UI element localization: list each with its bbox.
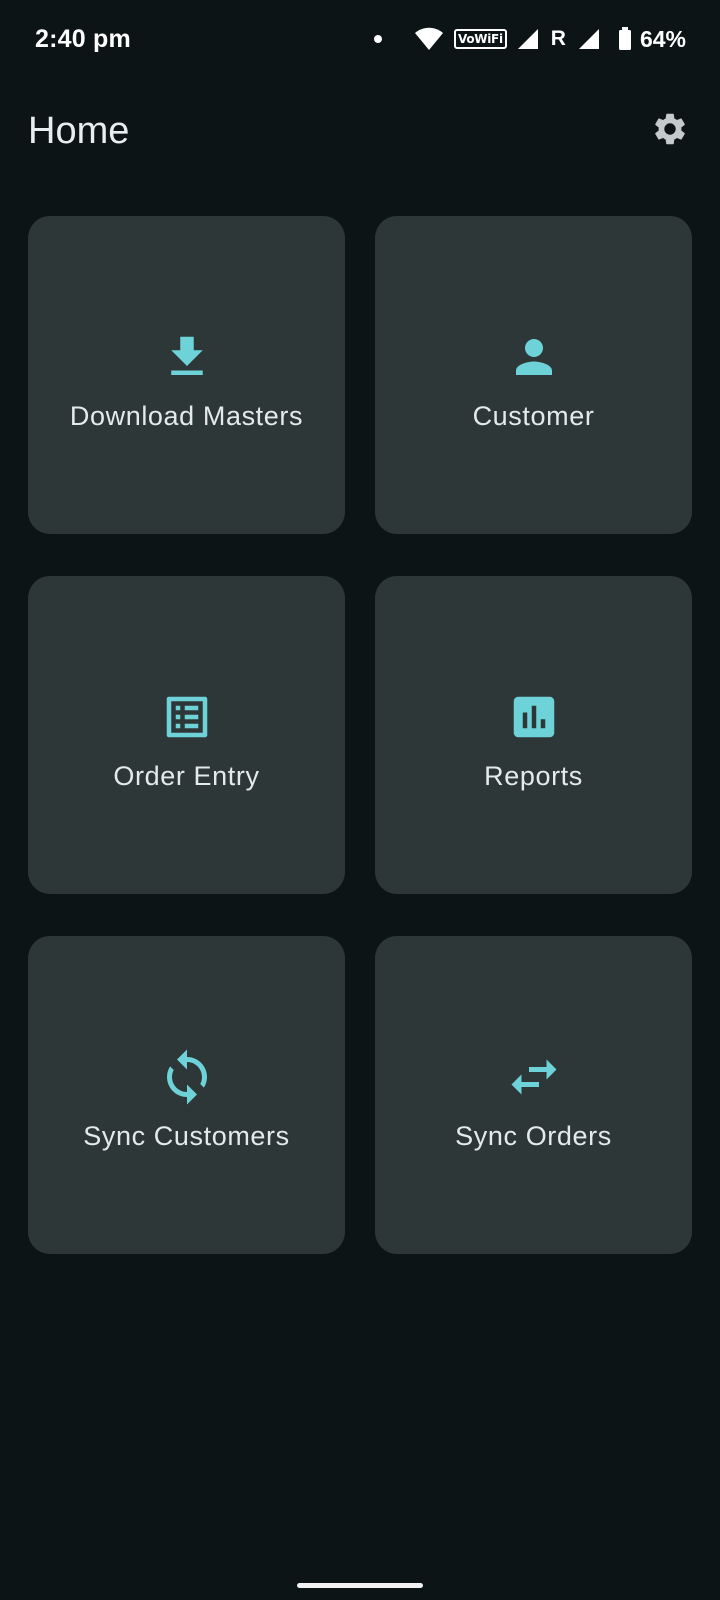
sync-icon [157, 1047, 217, 1107]
notification-dot-icon [374, 35, 383, 43]
battery-icon [618, 27, 632, 51]
status-icons: VoWiFi R 64% [374, 26, 686, 53]
cell-signal-2-icon [578, 28, 600, 50]
roaming-indicator: R [550, 27, 566, 50]
tile-label: Reports [484, 760, 583, 791]
customer-tile[interactable]: Customer [375, 216, 692, 534]
swap-arrows-icon [504, 1047, 564, 1107]
bar-chart-icon [504, 687, 564, 747]
list-icon [157, 687, 217, 747]
settings-button[interactable] [644, 105, 696, 157]
menu-grid: Download Masters Customer Order Entry Re… [28, 216, 693, 1254]
battery-percent: 64% [639, 25, 686, 52]
sync-orders-tile[interactable]: Sync Orders [375, 936, 692, 1254]
status-time: 2:40 pm [35, 24, 131, 53]
cell-signal-icon [517, 28, 539, 50]
home-screen: 2:40 pm VoWiFi R 64% Home Download Maste… [0, 0, 720, 1600]
reports-tile[interactable]: Reports [375, 576, 692, 894]
tile-label: Sync Customers [83, 1120, 290, 1151]
gear-icon [651, 110, 689, 153]
tile-label: Sync Orders [455, 1120, 612, 1151]
tile-label: Download Masters [69, 400, 304, 431]
order-entry-tile[interactable]: Order Entry [28, 576, 345, 894]
app-bar: Home [0, 90, 720, 172]
tile-label: Customer [472, 400, 595, 431]
tile-label: Order Entry [113, 760, 260, 791]
person-icon [504, 327, 564, 387]
wifi-icon [414, 27, 444, 51]
page-title: Home [28, 109, 130, 152]
sync-customers-tile[interactable]: Sync Customers [28, 936, 345, 1254]
download-masters-tile[interactable]: Download Masters [28, 216, 345, 534]
download-icon [157, 327, 217, 387]
status-bar: 2:40 pm VoWiFi R 64% [0, 0, 720, 78]
gesture-nav-handle[interactable] [297, 1583, 423, 1588]
vowifi-badge: VoWiFi [454, 29, 507, 49]
